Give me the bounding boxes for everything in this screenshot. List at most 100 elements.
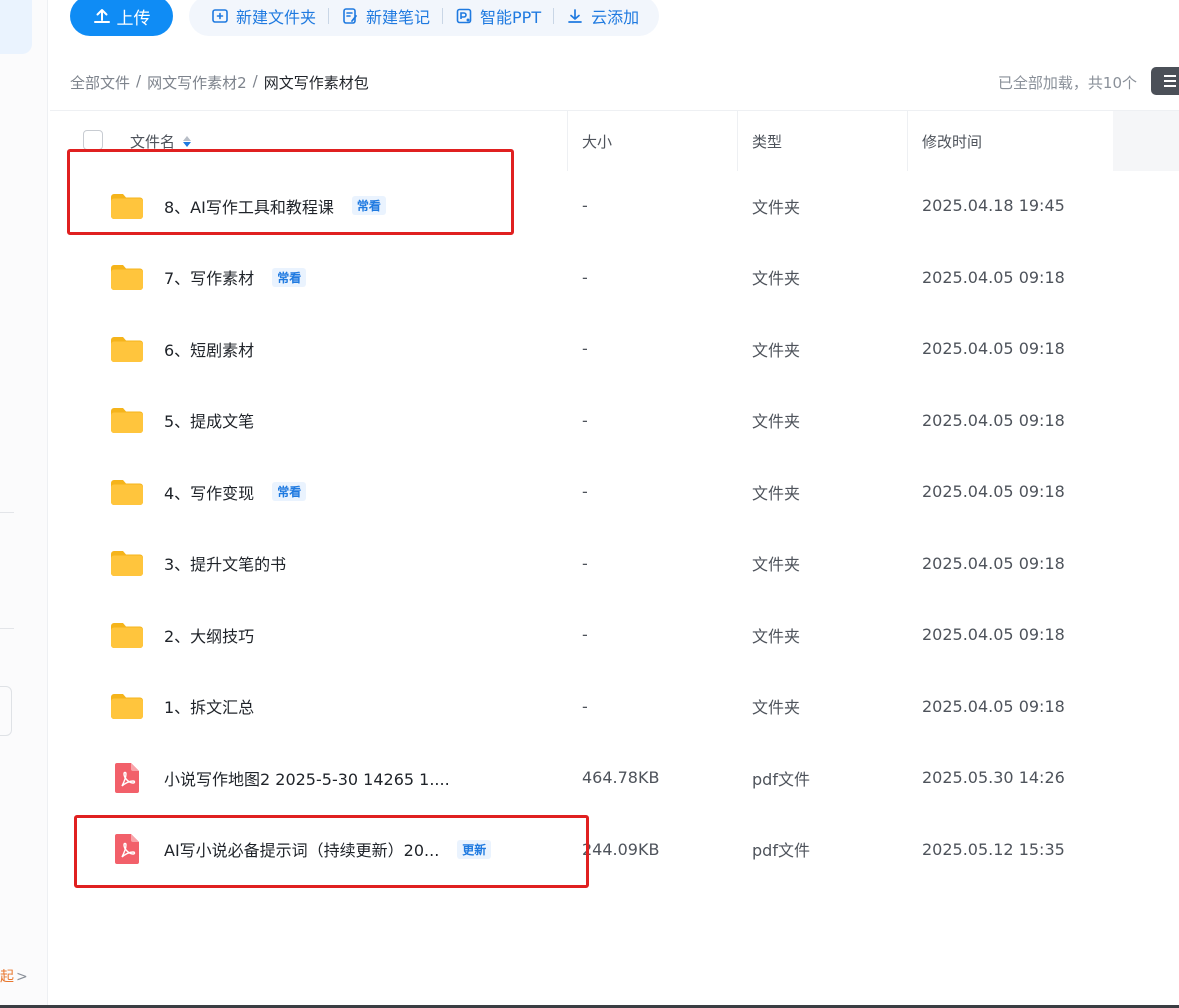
file-type: 文件夹 [752,269,801,289]
file-size: - [582,625,588,645]
sidebar-bottom-link-label: 起 [0,969,14,985]
smart-ppt-button[interactable]: 智能PPT [449,4,547,28]
file-modified: 2025.04.05 09:18 [922,696,1065,716]
file-icon-cell [108,385,146,457]
column-header-type[interactable]: 类型 [752,111,782,171]
file-modified: 2025.04.05 09:18 [922,410,1065,430]
list-icon [1164,75,1176,77]
file-type: 文件夹 [752,197,801,217]
file-modified: 2025.04.05 09:18 [922,339,1065,359]
highlight-box [67,149,514,235]
file-size: 464.78KB [582,768,660,788]
upload-icon [93,9,110,23]
table-row[interactable]: 5、提成文笔 - 文件夹 2025.04.05 09:18 [0,385,1179,457]
new-note-button[interactable]: 新建笔记 [335,4,436,28]
file-type: pdf文件 [752,769,810,789]
table-row[interactable]: 3、提升文笔的书 - 文件夹 2025.04.05 09:18 [0,528,1179,600]
list-icon-line [1164,85,1176,87]
file-name[interactable]: 3、提升文笔的书 [164,551,286,575]
table-row[interactable]: 小说写作地图2 2025-5-30 14265 1.... 464.78KB pdf… [0,742,1179,814]
file-type: 文件夹 [752,698,801,718]
file-tag: 常看 [272,267,307,287]
file-icon-cell [108,242,146,314]
file-name[interactable]: 4、写作变现 [164,480,254,504]
table-row[interactable]: 2、大纲技巧 - 文件夹 2025.04.05 09:18 [0,599,1179,671]
breadcrumb-separator: / [252,72,258,90]
column-header-extra [1113,111,1179,171]
load-status: 已全部加载，共10个 [997,74,1137,92]
toolbar-actions: 新建文件夹 新建笔记 智能PPT 云添加 [189,0,660,36]
breadcrumb-item-parent[interactable]: 网文写作素材2 [147,72,247,93]
file-name[interactable]: 5、提成文笔 [164,408,254,432]
table-row[interactable]: 4、写作变现 常看 - 文件夹 2025.04.05 09:18 [0,456,1179,528]
file-icon-cell [108,599,146,671]
file-type: 文件夹 [752,626,801,646]
file-type: 文件夹 [752,555,801,575]
column-divider [567,111,568,171]
smart-ppt-label: 智能PPT [480,8,542,27]
toolbar: 上传 新建文件夹 新建笔记 智能PPT 云添加 [70,0,660,36]
file-name-cell[interactable]: 7、写作素材 常看 [164,242,307,314]
file-icon-cell [108,313,146,385]
column-header-modified[interactable]: 修改时间 [922,111,982,171]
file-icon-cell [108,528,146,600]
toolbar-divider [442,8,444,24]
sidebar-active-item[interactable] [0,0,32,54]
column-divider [907,111,908,171]
file-name-cell[interactable]: 5、提成文笔 [164,385,254,457]
file-size: - [582,482,588,502]
list-icon-line [1164,80,1176,82]
sort-icon[interactable] [183,135,192,147]
table-row[interactable]: 7、写作素材 常看 - 文件夹 2025.04.05 09:18 [0,242,1179,314]
chevron-right-icon: > [16,969,28,985]
file-type: 文件夹 [752,340,801,360]
file-modified: 2025.05.12 15:35 [922,839,1065,859]
toolbar-divider [328,8,330,24]
file-name[interactable]: 6、短剧素材 [164,337,254,361]
file-size: - [582,696,588,716]
toolbar-divider [553,8,555,24]
upload-button[interactable]: 上传 [70,0,173,36]
new-folder-button[interactable]: 新建文件夹 [205,4,322,28]
cloud-add-button[interactable]: 云添加 [560,4,645,28]
file-list: 8、AI写作工具和教程课 常看 - 文件夹 2025.04.18 19:45 7、写作素材… [0,170,1179,885]
folder-icon [111,408,143,434]
file-modified: 2025.04.05 09:18 [922,553,1065,573]
note-icon [343,8,357,24]
folder-icon [111,479,143,505]
file-size: - [582,267,588,287]
file-name-cell[interactable]: 小说写作地图2 2025-5-30 14265 1.... [164,742,450,814]
ppt-icon [456,8,472,24]
folder-icon [111,336,143,362]
column-header-modified-label: 修改时间 [922,132,983,151]
file-type: 文件夹 [752,483,801,503]
table-row[interactable]: 1、拆文汇总 - 文件夹 2025.04.05 09:18 [0,671,1179,743]
sidebar-bottom-link[interactable]: 起 > [0,966,28,986]
file-name-cell[interactable]: 1、拆文汇总 [164,671,254,743]
file-name[interactable]: 小说写作地图2 2025-5-30 14265 1.... [164,766,450,790]
file-modified: 2025.04.18 19:45 [922,196,1065,216]
file-size: - [582,339,588,359]
folder-icon [111,265,143,291]
file-modified: 2025.04.05 09:18 [922,482,1065,502]
file-name-cell[interactable]: 6、短剧素材 [164,313,254,385]
sort-down-arrow [183,141,192,147]
select-all-checkbox[interactable] [83,130,103,150]
file-name-cell[interactable]: 4、写作变现 常看 [164,456,307,528]
breadcrumb-item-current: 网文写作素材包 [263,74,369,92]
file-name[interactable]: 7、写作素材 [164,265,254,289]
file-modified: 2025.04.05 09:18 [922,625,1065,645]
file-name-cell[interactable]: 2、大纲技巧 [164,599,254,671]
table-row[interactable]: 6、短剧素材 - 文件夹 2025.04.05 09:18 [0,313,1179,385]
breadcrumb-item-all-files[interactable]: 全部文件 [70,72,130,93]
file-type: 文件夹 [752,412,801,432]
cloud-add-label: 云添加 [591,8,640,27]
list-view-toggle[interactable] [1151,67,1179,95]
file-name[interactable]: 1、拆文汇总 [164,694,254,718]
file-size: - [582,553,588,573]
file-icon-cell [108,742,146,814]
upload-button-label: 上传 [116,8,151,29]
file-name-cell[interactable]: 3、提升文笔的书 [164,528,286,600]
column-header-size[interactable]: 大小 [582,111,612,171]
file-name[interactable]: 2、大纲技巧 [164,623,254,647]
